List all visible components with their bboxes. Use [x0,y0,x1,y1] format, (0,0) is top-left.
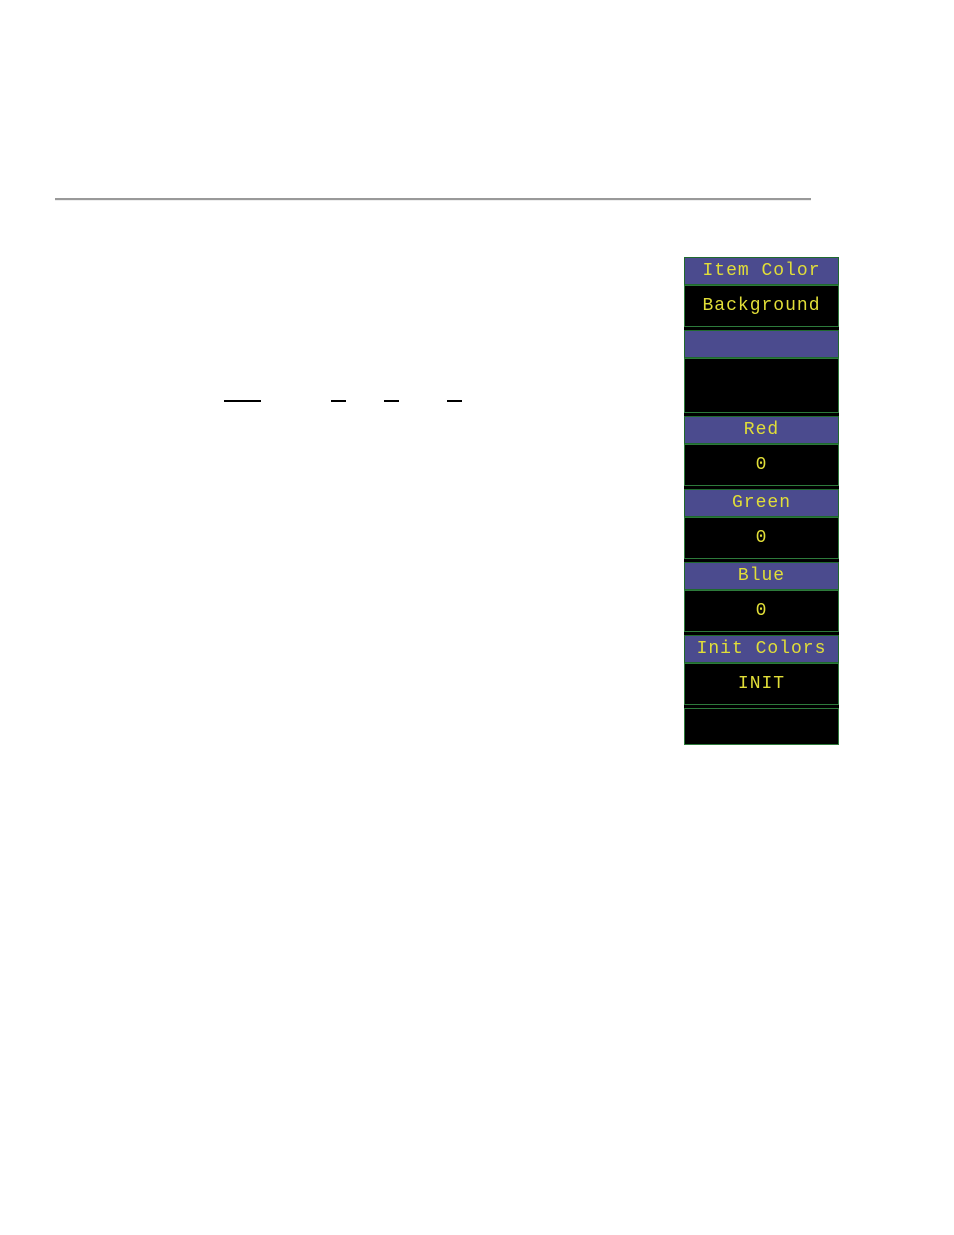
horizontal-rule [55,198,811,201]
red-value[interactable]: 0 [684,444,839,486]
init-button[interactable]: INIT [684,663,839,705]
panel-title: Item Color [684,257,839,285]
blue-label: Blue [684,562,839,590]
empty-footer-cell [684,708,839,745]
green-value[interactable]: 0 [684,517,839,559]
green-label: Green [684,489,839,517]
blue-value[interactable]: 0 [684,590,839,632]
red-label: Red [684,416,839,444]
color-preview-swatch [684,358,839,413]
color-preview-header [684,330,839,358]
item-color-value[interactable]: Background [684,285,839,327]
init-colors-label: Init Colors [684,635,839,663]
item-color-panel: Item Color Background Red 0 Green 0 Blue… [684,257,839,745]
